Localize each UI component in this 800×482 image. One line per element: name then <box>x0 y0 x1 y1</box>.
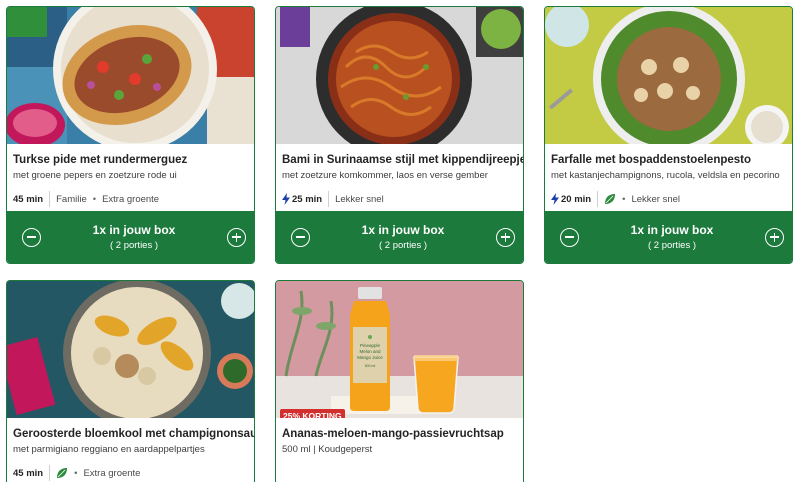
recipe-subtitle: met groene pepers en zoetzure rode ui <box>13 170 177 181</box>
prep-time-value: 20 min <box>561 193 592 205</box>
recipe-tag: Extra groente <box>102 193 160 205</box>
bottle-label-line: Melon and <box>359 349 381 354</box>
recipe-title[interactable]: Turkse pide met rundermerguez <box>7 144 254 167</box>
plus-circle-icon[interactable] <box>227 227 246 247</box>
leaf-icon <box>57 468 68 478</box>
bottle-label-line: 500 ml <box>365 364 376 368</box>
recipe-card[interactable]: Turkse pide met rundermerguez met groene… <box>6 6 255 264</box>
bottle-label-line: Mango Juice <box>357 355 383 360</box>
prep-time: 45 min <box>13 467 44 479</box>
lightning-bolt-icon <box>282 193 290 205</box>
recipe-subtitle: met parmigiano reggiano en aardappelpart… <box>13 444 205 455</box>
product-card[interactable]: Pineapple Melon and Mango Juice 500 ml 2… <box>275 280 524 482</box>
minus-circle-icon[interactable] <box>560 227 579 247</box>
recipe-card[interactable]: Bami in Surinaamse stijl met kippendijre… <box>275 6 524 264</box>
recipe-card[interactable]: Geroosterde bloemkool met champignonsaus… <box>6 280 255 482</box>
box-quantity-label: 1x in jouw box <box>630 222 714 237</box>
minus-circle-icon[interactable] <box>22 227 41 247</box>
product-subtitle: 500 ml | Koudgeperst <box>282 444 373 455</box>
meta-divider <box>49 191 51 207</box>
recipe-title[interactable]: Bami in Surinaamse stijl met kippendijre… <box>276 144 523 167</box>
recipe-tag: Extra groente <box>83 467 141 479</box>
box-portions-label: ( 2 porties ) <box>378 239 428 251</box>
bottle-label-line: Pineapple <box>360 343 381 348</box>
recipe-meta: 25 min Lekker snel <box>282 191 384 207</box>
recipe-title[interactable]: Farfalle met bospaddenstoelenpesto <box>545 144 792 167</box>
recipe-tag: Lekker snel <box>631 193 681 205</box>
box-quantity-label: 1x in jouw box <box>361 222 445 237</box>
recipe-meta: 20 min • Lekker snel <box>551 191 680 207</box>
product-image[interactable]: Pineapple Melon and Mango Juice 500 ml 2… <box>276 281 523 418</box>
prep-time-value: 25 min <box>292 193 323 205</box>
box-quantity-bar: 1x in jouw box ( 2 porties ) <box>276 211 523 263</box>
recipe-title[interactable]: Geroosterde bloemkool met champignonsaus <box>7 418 254 441</box>
tag-separator-dot: • <box>92 193 97 205</box>
box-quantity-bar: 1x in jouw box ( 2 porties ) <box>545 211 792 263</box>
tag-separator-dot: • <box>622 193 626 205</box>
recipe-image[interactable] <box>545 7 792 144</box>
lightning-bolt-icon <box>551 193 559 205</box>
box-portions-label: ( 2 porties ) <box>109 239 159 251</box>
recipe-subtitle: met zoetzure komkommer, laos en verse ge… <box>282 170 488 181</box>
minus-circle-icon[interactable] <box>291 227 310 247</box>
recipe-tag: Familie <box>56 193 87 205</box>
prep-time: 25 min <box>282 193 322 205</box>
discount-badge: 25% KORTING <box>280 409 345 418</box>
prep-time: 20 min <box>551 193 591 205</box>
prep-time: 45 min <box>13 193 44 205</box>
recipe-meta: 45 min Familie • Extra groente <box>13 191 159 207</box>
box-quantity-bar: 1x in jouw box ( 2 porties ) <box>7 211 254 263</box>
recipe-subtitle: met kastanjechampignons, rucola, veldsla… <box>551 170 780 181</box>
leaf-icon <box>605 194 616 204</box>
tag-separator-dot: • <box>74 467 78 479</box>
meta-divider <box>328 191 330 207</box>
recipe-meta: 45 min • Extra groente <box>13 465 140 481</box>
recipe-tag: Lekker snel <box>335 193 384 205</box>
plus-circle-icon[interactable] <box>496 227 515 247</box>
meta-divider <box>49 465 51 481</box>
box-quantity-label: 1x in jouw box <box>92 222 176 237</box>
recipe-image[interactable] <box>276 7 523 144</box>
plus-circle-icon[interactable] <box>765 227 784 247</box>
box-portions-label: ( 2 porties ) <box>647 239 697 251</box>
product-title[interactable]: Ananas-meloen-mango-passievruchtsap <box>276 418 523 441</box>
recipe-card[interactable]: Farfalle met bospaddenstoelenpesto met k… <box>544 6 793 264</box>
recipe-image[interactable] <box>7 7 254 144</box>
meta-divider <box>597 191 599 207</box>
recipe-image[interactable] <box>7 281 254 418</box>
